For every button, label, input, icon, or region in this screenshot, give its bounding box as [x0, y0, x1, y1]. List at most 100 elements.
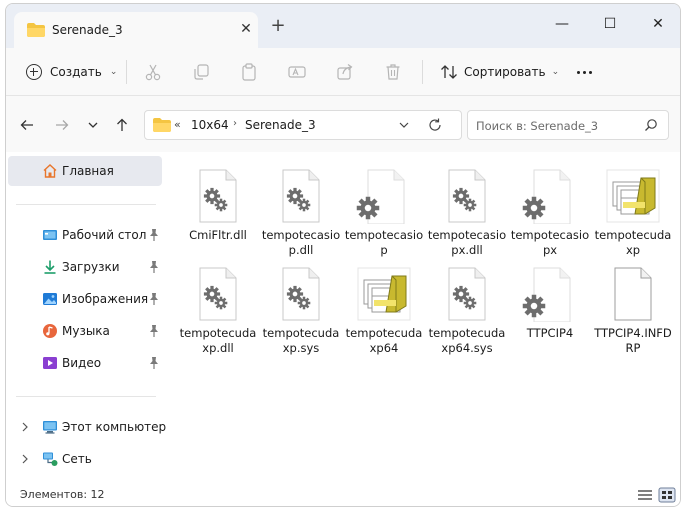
file-name: tempotecasiop — [344, 228, 424, 257]
breadcrumb-10x64[interactable]: 10x64 — [191, 118, 229, 132]
sidebar-item-label: Изображения — [62, 292, 149, 306]
paste-icon[interactable] — [239, 62, 259, 82]
settings-file-icon — [522, 267, 571, 322]
dll-gear-icon — [282, 169, 320, 223]
pin-icon[interactable] — [148, 260, 160, 274]
dot-icon — [582, 70, 586, 74]
create-button[interactable]: Создать ⌄ — [20, 58, 123, 86]
toolbar-divider — [422, 60, 423, 84]
search-icon — [645, 119, 657, 131]
file-item[interactable]: tempotecasiopx.dll — [427, 162, 507, 258]
details-view-icon[interactable] — [636, 487, 654, 503]
file-item[interactable]: tempotecudaxp64 — [344, 260, 424, 356]
file-item[interactable]: tempotecasiopx — [510, 162, 590, 258]
chevron-right-icon[interactable] — [20, 421, 30, 433]
sidebar-item-this-pc[interactable]: Этот компьютер — [8, 412, 166, 442]
explorer-window: Serenade_3 ✕ + — ☐ ✕ Создать ⌄ Сортирова… — [5, 3, 681, 507]
file-item[interactable]: tempotecudaxp64.sys — [427, 260, 507, 356]
new-tab-button[interactable]: + — [268, 17, 288, 35]
computer-icon — [43, 421, 57, 434]
toolbar-divider — [126, 60, 127, 84]
installer-icon — [606, 169, 660, 223]
video-icon — [43, 357, 57, 369]
search-placeholder: Поиск в: Serenade_3 — [476, 119, 599, 133]
installer-icon — [357, 267, 411, 321]
plus-circle-icon — [26, 64, 42, 80]
sidebar-item-network[interactable]: Сеть — [8, 444, 162, 474]
sidebar-item-label: Этот компьютер — [62, 420, 167, 434]
breadcrumb-overflow[interactable]: « — [174, 118, 181, 131]
chevron-down-icon: ⌄ — [551, 67, 560, 77]
sort-label: Сортировать — [464, 65, 546, 79]
cut-icon[interactable] — [143, 62, 163, 82]
dll-gear-icon — [199, 169, 237, 223]
delete-icon[interactable] — [383, 62, 403, 82]
dot-icon — [576, 70, 580, 74]
arrow-right-icon — [56, 120, 69, 130]
arrow-up-icon — [117, 118, 127, 131]
dll-gear-icon — [448, 169, 486, 223]
file-name: tempotecudaxp.dll — [179, 326, 257, 355]
recent-locations-button[interactable] — [82, 114, 104, 136]
copy-icon[interactable] — [191, 62, 211, 82]
sidebar-item-home[interactable]: Главная — [8, 156, 162, 186]
dll-gear-icon — [199, 267, 237, 321]
chevron-down-icon — [88, 122, 98, 128]
chevron-right-icon[interactable] — [20, 453, 30, 465]
chevron-down-icon[interactable] — [397, 118, 411, 132]
sidebar-divider — [16, 204, 156, 205]
back-button[interactable] — [16, 114, 38, 136]
sidebar-item-downloads[interactable]: Загрузки — [8, 252, 162, 282]
file-item[interactable]: CmiFltr.dll — [178, 162, 258, 258]
file-name: tempotecudaxp — [594, 228, 672, 257]
share-icon[interactable] — [335, 62, 355, 82]
sort-button[interactable]: Сортировать ⌄ — [434, 58, 565, 86]
pin-icon[interactable] — [148, 324, 160, 338]
sidebar-item-music[interactable]: Музыка — [8, 316, 162, 346]
maximize-button[interactable]: ☐ — [595, 12, 625, 36]
up-button[interactable] — [111, 114, 133, 136]
file-name: tempotecasiop.dll — [261, 228, 341, 257]
download-icon — [44, 260, 56, 274]
file-item[interactable]: tempotecasiop.dll — [261, 162, 341, 258]
file-name: tempotecasiopx — [510, 228, 590, 257]
breadcrumb-serenade[interactable]: Serenade_3 — [245, 118, 316, 132]
sidebar-item-label: Рабочий стол — [62, 228, 147, 242]
close-window-button[interactable]: ✕ — [643, 12, 673, 36]
pin-icon[interactable] — [148, 292, 160, 306]
forward-button[interactable] — [51, 114, 73, 136]
sidebar-item-desktop[interactable]: Рабочий стол — [8, 220, 162, 250]
more-options-button[interactable] — [572, 62, 596, 82]
rename-icon[interactable] — [287, 62, 307, 82]
pin-icon[interactable] — [148, 228, 160, 242]
search-input[interactable]: Поиск в: Serenade_3 — [467, 110, 669, 140]
minimize-button[interactable]: — — [547, 12, 577, 36]
command-bar: Создать ⌄ Сортировать ⌄ — [6, 48, 680, 96]
file-name: TTPCIP4 — [526, 326, 574, 340]
tab-close-icon[interactable]: ✕ — [238, 21, 254, 37]
chevron-down-icon: ⌄ — [109, 67, 118, 77]
file-name: tempotecudaxp64 — [345, 326, 423, 355]
desktop-icon — [43, 230, 57, 240]
breadcrumb-separator: › — [233, 118, 237, 129]
network-icon — [43, 452, 58, 466]
folder-icon — [153, 118, 171, 132]
file-item[interactable]: tempotecasiop — [344, 162, 424, 258]
tab-serenade[interactable]: Serenade_3 ✕ — [14, 12, 258, 48]
address-bar[interactable]: « 10x64 › Serenade_3 — [144, 110, 462, 140]
file-item[interactable]: tempotecudaxp.sys — [261, 260, 341, 356]
status-bar: Элементов: 12 — [6, 482, 680, 506]
file-list: CmiFltr.dll tempotecasiop.dll tempotecas… — [166, 152, 680, 482]
file-name: CmiFltr.dll — [189, 228, 247, 242]
file-item[interactable]: tempotecudaxp — [593, 162, 673, 258]
tiles-view-icon[interactable] — [658, 487, 676, 503]
sidebar-item-video[interactable]: Видео — [8, 348, 162, 378]
file-item[interactable]: tempotecudaxp.dll — [178, 260, 258, 356]
file-item[interactable]: TTPCIP4 — [510, 260, 590, 356]
refresh-icon[interactable] — [427, 117, 443, 133]
address-row: « 10x64 › Serenade_3 Поиск в: Serenade_3 — [6, 96, 680, 152]
dll-gear-icon — [282, 267, 320, 321]
file-item[interactable]: TTPCIP4.INFDRP — [593, 260, 673, 356]
sidebar-item-pictures[interactable]: Изображения — [8, 284, 162, 314]
pin-icon[interactable] — [148, 356, 160, 370]
